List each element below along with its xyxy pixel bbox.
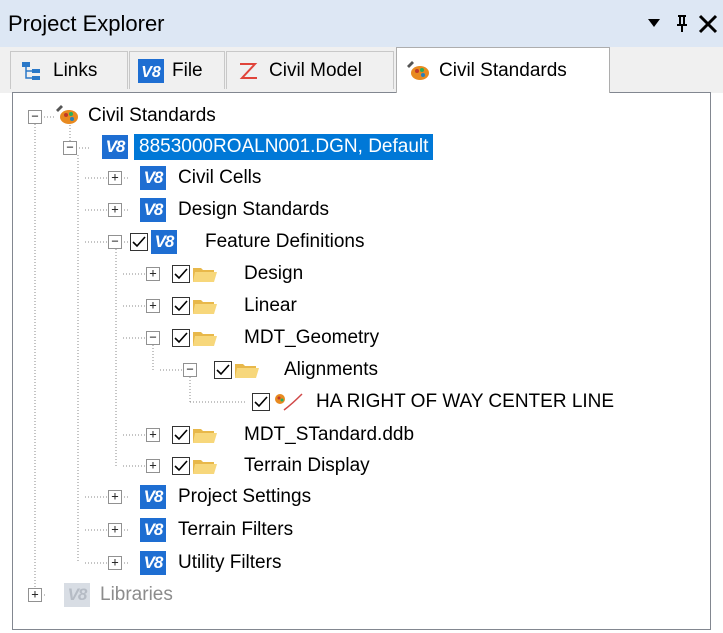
checkbox-checked[interactable]	[172, 297, 190, 315]
tree-node-label: Civil Standards	[88, 105, 216, 126]
checkbox-checked[interactable]	[130, 233, 148, 251]
v8-icon-text: V8	[141, 64, 161, 81]
tree-node-label: MDT_STandard.ddb	[244, 424, 415, 445]
checkbox-checked[interactable]	[172, 426, 190, 444]
expand-icon[interactable]: +	[108, 203, 122, 217]
feature-definition-icon	[275, 393, 303, 411]
expand-icon[interactable]: +	[146, 267, 160, 281]
expand-icon[interactable]: +	[146, 459, 160, 473]
pin-icon	[677, 15, 687, 32]
tree-node-label: Civil Cells	[178, 167, 262, 188]
tab-civil-standards[interactable]: Civil Standards	[396, 47, 610, 93]
expand-icon[interactable]: +	[108, 556, 122, 570]
expand-icon[interactable]: +	[146, 428, 160, 442]
collapse-icon[interactable]: −	[63, 141, 77, 155]
dropdown-icon	[648, 19, 660, 27]
tab-civil-standards-label: Civil Standards	[439, 59, 567, 81]
v8-icon: V8	[64, 583, 90, 607]
checkbox-checked[interactable]	[252, 393, 270, 411]
folder-icon	[193, 429, 217, 443]
dropdown-button[interactable]	[644, 8, 666, 38]
checkmark-icon	[132, 236, 146, 248]
tree-node-label: Project Settings	[178, 486, 312, 507]
tab-strip: Links V8 File Civil Model Civil Standard…	[0, 47, 723, 93]
checkmark-icon	[174, 300, 188, 312]
tree-node-label: Alignments	[284, 359, 378, 380]
checkmark-icon	[174, 268, 188, 280]
expand-icon[interactable]: +	[108, 171, 122, 185]
close-button[interactable]	[696, 8, 720, 38]
panel-title: Project Explorer	[8, 10, 165, 36]
folder-icon	[193, 460, 217, 474]
checkmark-icon	[174, 429, 188, 441]
civil-standards-icon	[405, 58, 431, 84]
folder-icon	[235, 364, 259, 378]
tree-node-label: Design	[244, 263, 304, 284]
v8-icon: V8	[140, 198, 166, 222]
checkmark-icon	[174, 460, 188, 472]
close-icon	[698, 14, 718, 34]
v8-icon: V8	[140, 485, 166, 509]
checkmark-icon	[216, 364, 230, 376]
project-explorer-panel: Project Explorer Links V8 File Civil Mod…	[0, 0, 723, 633]
checkmark-icon	[254, 396, 268, 408]
folder-icon	[193, 268, 217, 282]
v8-icon: V8	[151, 230, 177, 254]
tree-node-label: Terrain Filters	[178, 519, 294, 540]
v8-icon: V8	[138, 58, 164, 84]
tree-node-label: Libraries	[100, 584, 173, 605]
checkbox-checked[interactable]	[172, 457, 190, 475]
v8-icon: V8	[102, 135, 128, 159]
collapse-icon[interactable]: −	[146, 331, 160, 345]
links-icon	[19, 58, 45, 84]
checkbox-checked[interactable]	[172, 329, 190, 347]
collapse-icon[interactable]: −	[108, 235, 122, 249]
v8-icon: V8	[140, 518, 166, 542]
expand-icon[interactable]: +	[108, 523, 122, 537]
v8-icon: V8	[140, 166, 166, 190]
tree-node-label: MDT_Geometry	[244, 327, 380, 348]
tree-node-label: HA RIGHT OF WAY CENTER LINE	[316, 391, 615, 412]
tree-node-label: Design Standards	[178, 199, 330, 220]
checkbox-checked[interactable]	[214, 361, 232, 379]
expand-icon[interactable]: +	[28, 588, 42, 602]
collapse-icon[interactable]: −	[183, 363, 197, 377]
v8-icon: V8	[140, 551, 166, 575]
collapse-icon[interactable]: −	[28, 110, 42, 124]
folder-icon	[193, 300, 217, 314]
folder-icon	[193, 332, 217, 346]
tree-node-label: Terrain Display	[244, 455, 370, 476]
pin-button[interactable]	[672, 8, 692, 38]
civil-model-icon	[235, 58, 261, 84]
checkmark-icon	[174, 332, 188, 344]
tab-links-label: Links	[53, 59, 98, 81]
expand-icon[interactable]: +	[108, 490, 122, 504]
tree-node-label: Utility Filters	[178, 552, 282, 573]
tree-node-label: Linear	[244, 295, 297, 316]
tree-node-label: Feature Definitions	[205, 231, 365, 252]
title-bar: Project Explorer	[0, 0, 723, 47]
tab-civil-model[interactable]: Civil Model	[226, 51, 394, 89]
tab-file[interactable]: V8 File	[129, 51, 225, 89]
tree-node-label-selected: 8853000ROALN001.DGN, Default	[134, 134, 434, 160]
tab-links[interactable]: Links	[10, 51, 128, 89]
civil-standards-icon	[56, 105, 78, 124]
checkbox-checked[interactable]	[172, 265, 190, 283]
tab-file-label: File	[172, 59, 203, 81]
expand-icon[interactable]: +	[146, 299, 160, 313]
tab-civil-model-label: Civil Model	[269, 59, 362, 81]
